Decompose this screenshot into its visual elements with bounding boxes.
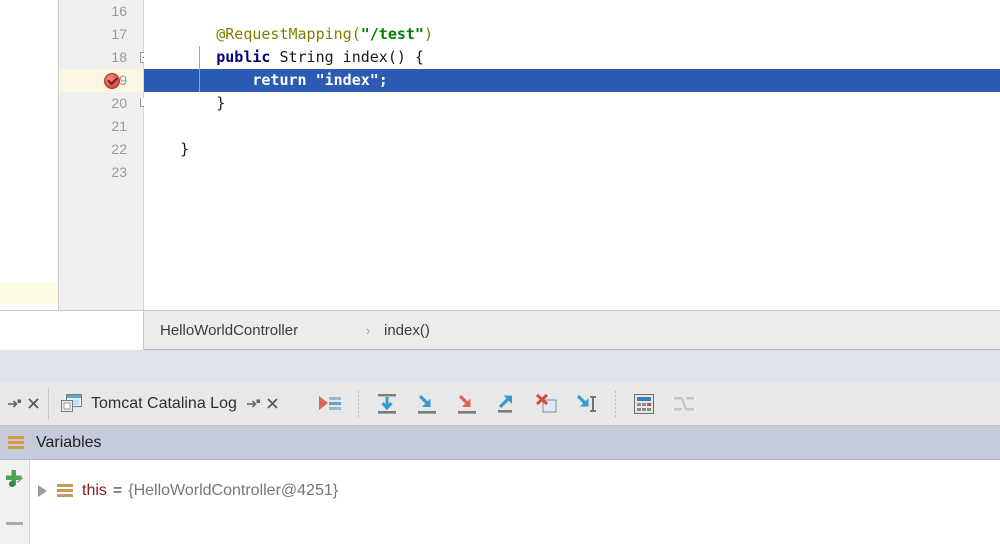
evaluate-expression-button[interactable]	[627, 387, 661, 421]
left-tab-controls	[0, 382, 46, 425]
drop-frame-button[interactable]	[530, 387, 564, 421]
breadcrumb-method[interactable]: index()	[384, 311, 430, 350]
variables-title: Variables	[36, 433, 102, 451]
add-watch-icon[interactable]	[4, 468, 26, 490]
code-line[interactable]: }	[144, 92, 1000, 115]
code-segment: }	[144, 140, 190, 158]
line-number: 17	[111, 26, 127, 42]
variables-panel-body[interactable]: this = {HelloWorldController@4251}	[0, 460, 1000, 544]
detach-icon[interactable]	[246, 397, 261, 410]
code-segment: String index() {	[270, 48, 424, 66]
code-text-pane[interactable]: @RequestMapping("/test") public String i…	[144, 0, 1000, 310]
code-line[interactable]: public String index() {	[144, 46, 1000, 69]
close-icon[interactable]	[27, 397, 40, 410]
breadcrumb-separator-icon: ›	[366, 323, 371, 338]
step-into-button[interactable]	[410, 387, 444, 421]
line-number: 20	[111, 95, 127, 111]
console-window-icon	[61, 394, 83, 413]
detach-icon[interactable]	[7, 397, 22, 410]
intellij-debugger-window: 16 17 18 19 20 21 22 23 @RequestMapping(…	[0, 0, 1000, 544]
variables-panel-header[interactable]: Variables	[0, 426, 1000, 460]
show-execution-point-button[interactable]	[313, 387, 347, 421]
code-segment: @RequestMapping(	[216, 25, 361, 43]
run-to-cursor-button[interactable]	[570, 387, 604, 421]
line-number: 22	[111, 141, 127, 157]
toolbar-divider	[358, 390, 359, 417]
debugger-toolbar	[310, 382, 704, 425]
step-out-button[interactable]	[490, 387, 524, 421]
remove-watch-icon[interactable]	[6, 522, 23, 525]
breakpoint-icon[interactable]	[104, 73, 120, 89]
code-line[interactable]	[144, 161, 1000, 184]
toolbar-divider	[615, 390, 616, 417]
tab-divider	[48, 388, 49, 419]
variable-name: this	[82, 482, 107, 499]
code-line-current[interactable]: return "index";	[144, 69, 1000, 92]
object-value-icon	[57, 484, 73, 498]
code-segment: }	[144, 94, 226, 112]
breadcrumb: HelloWorldController › index()	[0, 310, 1000, 350]
line-number: 21	[111, 118, 127, 134]
breadcrumb-left-gap	[0, 311, 144, 350]
tab-tomcat-catalina-log[interactable]: Tomcat Catalina Log	[52, 382, 302, 425]
collapsed-triangle-icon[interactable]	[38, 485, 47, 497]
code-segment: "/test"	[360, 25, 424, 43]
breadcrumb-class[interactable]: HelloWorldController	[160, 311, 298, 350]
line-number: 23	[111, 164, 127, 180]
variables-icon	[8, 435, 24, 450]
line-number: 18	[111, 49, 127, 65]
code-segment: public	[216, 48, 271, 66]
variables-tree-row[interactable]: this = {HelloWorldController@4251}	[30, 478, 1000, 504]
code-line[interactable]	[144, 115, 1000, 138]
threads-view-button[interactable]	[667, 387, 701, 421]
variables-sidebar-toolbar	[0, 460, 30, 544]
variable-value: {HelloWorldController@4251}	[128, 482, 339, 499]
variable-equals: =	[112, 482, 123, 499]
force-step-into-button[interactable]	[450, 387, 484, 421]
step-over-button[interactable]	[370, 387, 404, 421]
code-line[interactable]: }	[144, 138, 1000, 161]
debug-tool-window: Tomcat Catalina Log Variables this = {He…	[0, 350, 1000, 544]
debug-tabs-row: Tomcat Catalina Log	[0, 382, 1000, 426]
code-editor[interactable]: 16 17 18 19 20 21 22 23 @RequestMapping(…	[0, 0, 1000, 310]
editor-gutter[interactable]: 16 17 18 19 20 21 22 23	[59, 0, 144, 310]
adjacent-editor-highlight-band	[0, 282, 58, 304]
line-number: 16	[111, 3, 127, 19]
adjacent-editor-strip	[0, 0, 59, 310]
code-line[interactable]: @RequestMapping("/test")	[144, 23, 1000, 46]
code-segment: return "index";	[144, 71, 388, 89]
code-segment: )	[423, 25, 433, 43]
tab-label: Tomcat Catalina Log	[91, 394, 237, 412]
code-line[interactable]	[144, 0, 1000, 23]
close-icon[interactable]	[266, 397, 279, 410]
